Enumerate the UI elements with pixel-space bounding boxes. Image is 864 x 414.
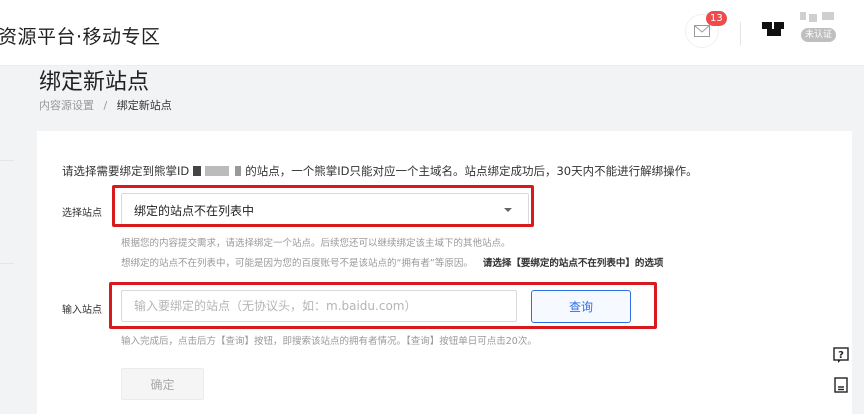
breadcrumb-link-content-source[interactable]: 内容源设置 [39, 99, 94, 112]
caret-down-icon [504, 208, 512, 212]
breadcrumb-separator: / [103, 99, 108, 112]
select-help-text: 根据您的内容提交需求，请选择绑定一个站点。后续您还可以继续绑定该主域下的其他站点… [121, 238, 511, 249]
top-bar: 资源平台·移动专区 13 未认证 [0, 0, 864, 66]
select-help-text-2: 想绑定的站点不在列表中，可能是因为您的百度账号不是该站点的“拥有者”等原因。 请选… [121, 255, 663, 269]
notice-suffix: 的站点，一个熊掌ID只能对应一个主域名。站点绑定成功后，30天内不能进行解绑操作… [245, 164, 698, 178]
sidebar-edge-divider [0, 160, 14, 161]
platform-title: 资源平台·移动专区 [0, 26, 161, 48]
page-title: 绑定新站点 [39, 70, 150, 95]
query-button[interactable]: 查询 [531, 290, 631, 323]
breadcrumb: 内容源设置 / 绑定新站点 [39, 97, 172, 113]
masked-xiongzhang-id [193, 166, 242, 176]
notice-prefix: 请选择需要绑定到熊掌ID [62, 164, 190, 178]
bind-notice: 请选择需要绑定到熊掌ID 的站点，一个熊掌ID只能对应一个主域名。站点绑定成功后，… [62, 163, 698, 179]
envelope-icon [694, 25, 710, 37]
message-count-badge: 13 [706, 11, 727, 26]
confirm-button[interactable]: 确定 [121, 368, 204, 400]
select-help-reason: 想绑定的站点不在列表中，可能是因为您的百度账号不是该站点的“拥有者”等原因。 [121, 258, 473, 269]
header-divider [740, 22, 741, 46]
input-help-text: 输入完成后，点击后方【查询】按钮，即搜索该站点的拥有者情况。【查询】按钮单日可点… [121, 336, 537, 347]
sidebar-edge-divider [0, 263, 14, 264]
select-help-instruction: 请选择【要绑定的站点不在列表中】的选项 [482, 258, 664, 269]
question-icon: ? [833, 347, 849, 363]
site-select-value: 绑定的站点不在列表中 [134, 204, 255, 218]
site-input[interactable] [121, 290, 517, 322]
select-site-label: 选择站点 [62, 208, 102, 219]
svg-text:?: ? [838, 350, 844, 361]
help-button[interactable]: ? [830, 344, 852, 366]
input-site-label: 输入站点 [62, 305, 102, 316]
username-masked[interactable] [800, 12, 840, 22]
site-select[interactable]: 绑定的站点不在列表中 [121, 193, 529, 225]
document-icon [834, 377, 848, 393]
auth-status-badge[interactable]: 未认证 [801, 28, 837, 42]
avatar[interactable] [762, 18, 786, 42]
breadcrumb-current: 绑定新站点 [116, 99, 172, 112]
feedback-button[interactable] [830, 374, 852, 396]
